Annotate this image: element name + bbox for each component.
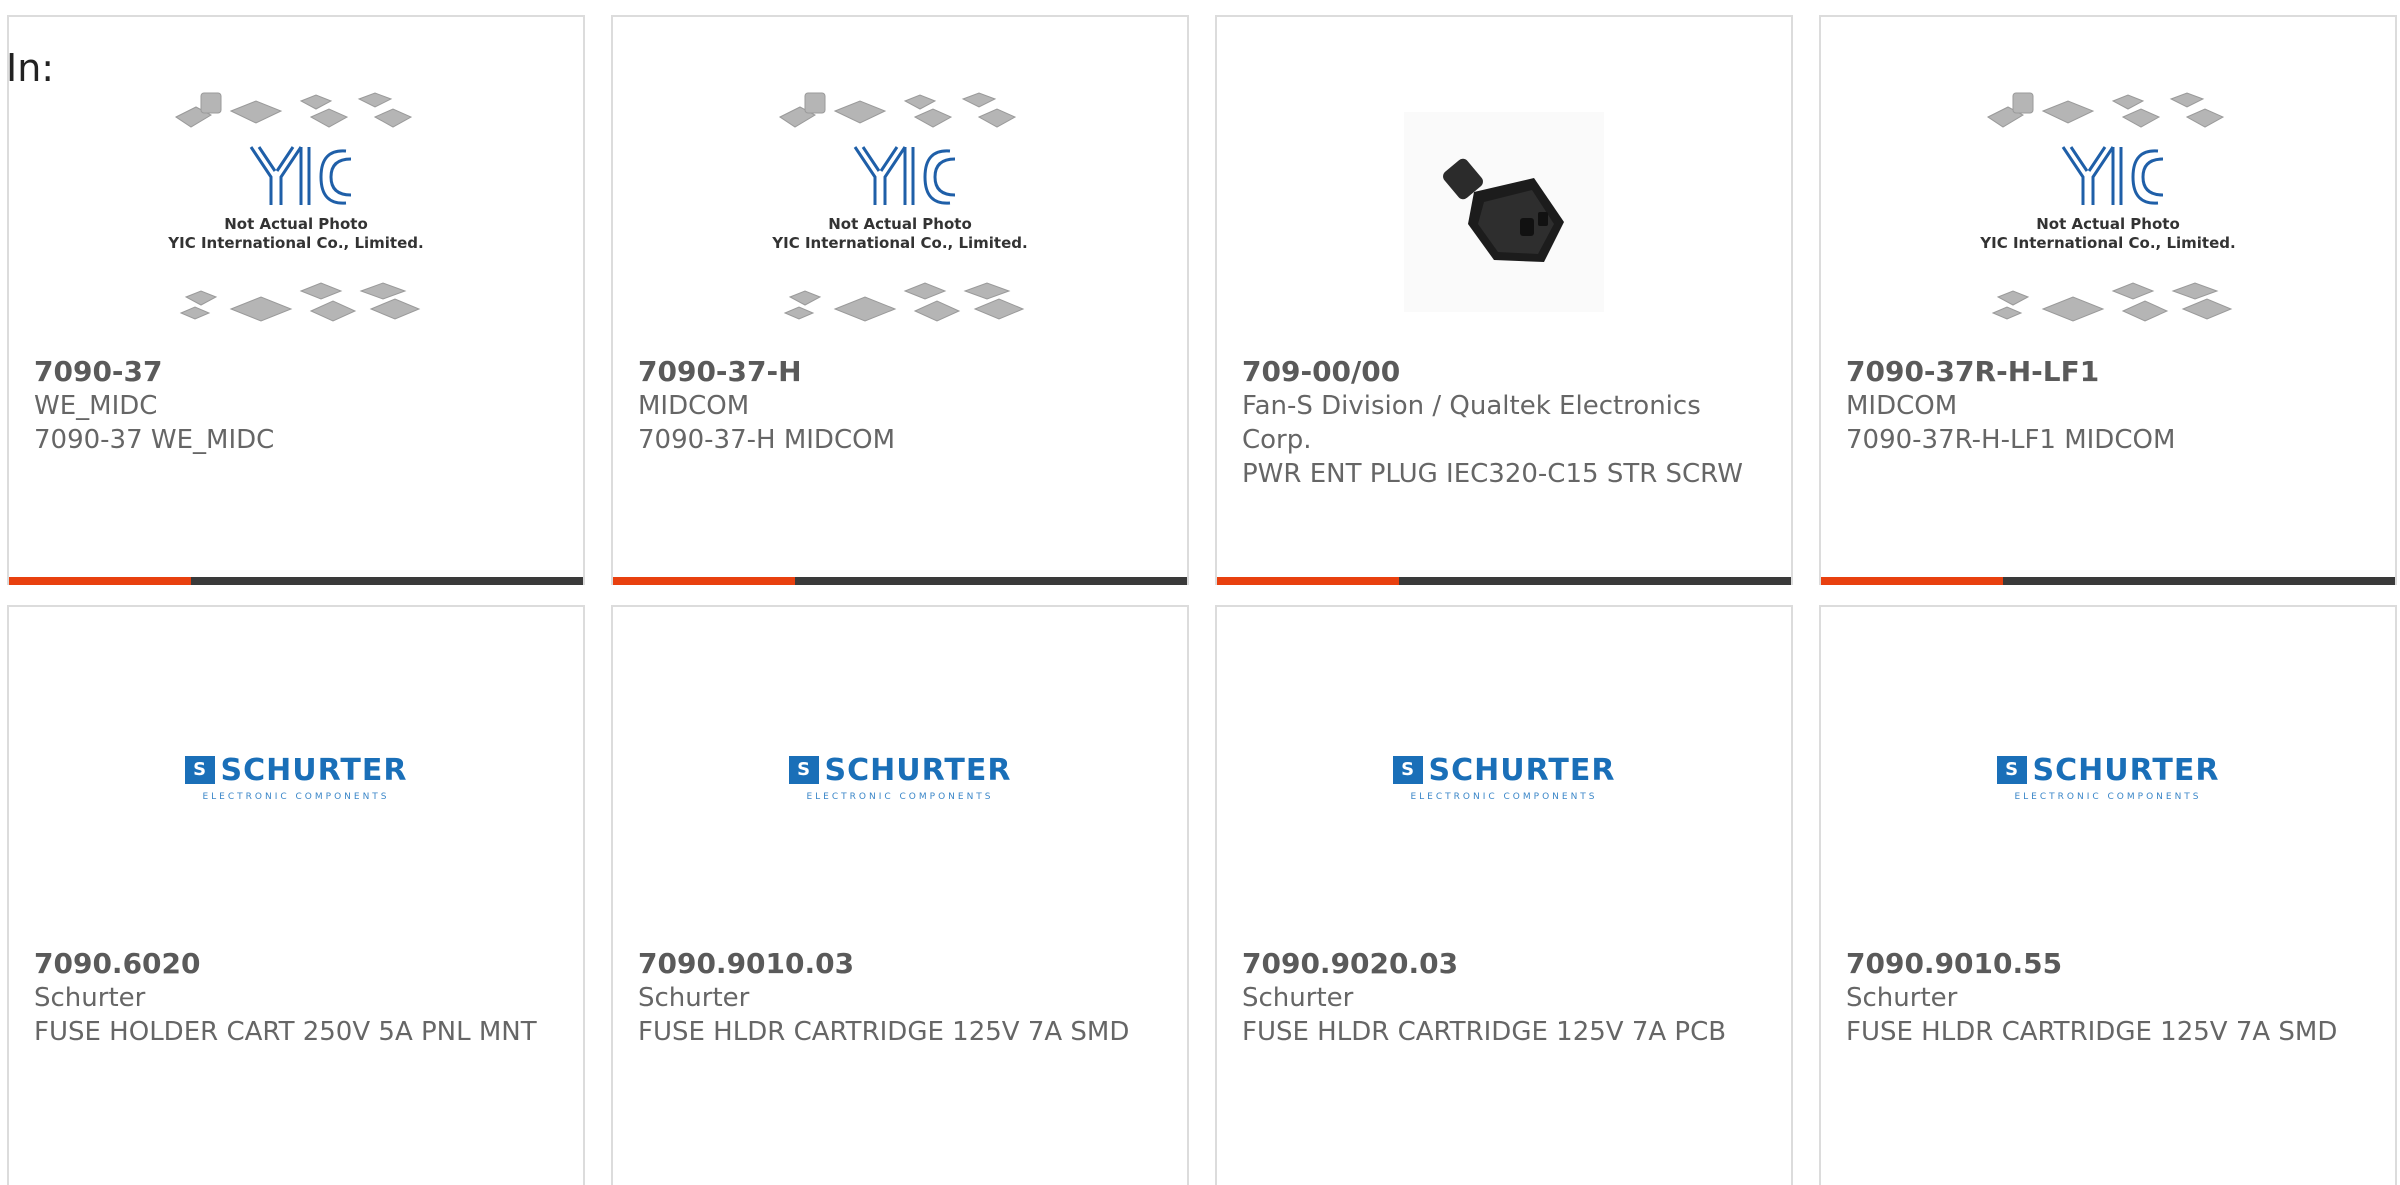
product-image — [1217, 57, 1791, 367]
schurter-logo: S SCHURTER ELECTRONIC COMPONENTS — [1392, 752, 1616, 802]
card-footer-accent — [1821, 577, 2003, 585]
schurter-logo-mark: S — [788, 756, 819, 784]
product-card[interactable]: S SCHURTER ELECTRONIC COMPONENTS 7090.90… — [1819, 605, 2397, 1185]
manufacturer: MIDCOM — [1846, 391, 1958, 421]
part-number[interactable]: 7090-37 — [34, 355, 543, 389]
part-number[interactable]: 709-00/00 — [1242, 355, 1751, 389]
product-image: S SCHURTER ELECTRONIC COMPONENTS — [613, 607, 1187, 947]
manufacturer: Schurter — [1846, 983, 1958, 1013]
product-info: 709-00/00 Fan-S Division / Qualtek Elect… — [1242, 355, 1751, 491]
yic-placeholder-image: Not Actual Photo YIC International Co., … — [161, 87, 431, 337]
product-image: Not Actual Photo YIC International Co., … — [613, 57, 1187, 367]
yic-placeholder-image: Not Actual Photo YIC International Co., … — [765, 87, 1035, 337]
product-info: 7090-37-H MIDCOM 7090-37-H MIDCOM — [638, 355, 1147, 457]
description: FUSE HLDR CARTRIDGE 125V 7A SMD — [638, 1017, 1130, 1047]
product-grid: Not Actual Photo YIC International Co., … — [0, 0, 2400, 1185]
description: FUSE HLDR CARTRIDGE 125V 7A PCB — [1242, 1017, 1727, 1047]
product-image: S SCHURTER ELECTRONIC COMPONENTS — [1821, 607, 2395, 947]
card-footer-bar — [613, 577, 1187, 585]
product-image: S SCHURTER ELECTRONIC COMPONENTS — [9, 607, 583, 947]
yic-placeholder-image: Not Actual Photo YIC International Co., … — [1973, 87, 2243, 337]
product-card[interactable]: S SCHURTER ELECTRONIC COMPONENTS 7090.90… — [611, 605, 1189, 1185]
power-plug-photo — [1404, 112, 1604, 312]
yic-caption-line2: YIC International Co., Limited. — [772, 234, 1028, 252]
part-number[interactable]: 7090.6020 — [34, 947, 543, 981]
schurter-logo-mark: S — [1996, 756, 2027, 784]
product-card[interactable]: 709-00/00 Fan-S Division / Qualtek Elect… — [1215, 15, 1793, 585]
manufacturer: Schurter — [1242, 983, 1354, 1013]
product-image: S SCHURTER ELECTRONIC COMPONENTS — [1217, 607, 1791, 947]
product-image: Not Actual Photo YIC International Co., … — [9, 57, 583, 367]
schurter-logo-tagline: ELECTRONIC COMPONENTS — [202, 791, 390, 802]
part-number[interactable]: 7090.9020.03 — [1242, 947, 1751, 981]
yic-caption-line1: Not Actual Photo — [828, 215, 972, 233]
yic-caption-line2: YIC International Co., Limited. — [1980, 234, 2236, 252]
manufacturer: Schurter — [638, 983, 750, 1013]
manufacturer: Schurter — [34, 983, 146, 1013]
schurter-logo-word: SCHURTER — [1428, 752, 1616, 788]
manufacturer: WE_MIDC — [34, 391, 158, 421]
part-number[interactable]: 7090-37R-H-LF1 — [1846, 355, 2355, 389]
description: FUSE HOLDER CART 250V 5A PNL MNT — [34, 1017, 537, 1047]
description: PWR ENT PLUG IEC320-C15 STR SCRW — [1242, 459, 1743, 489]
product-card[interactable]: Not Actual Photo YIC International Co., … — [7, 15, 585, 585]
description: 7090-37 WE_MIDC — [34, 425, 275, 455]
product-image: Not Actual Photo YIC International Co., … — [1821, 57, 2395, 367]
schurter-logo-tagline: ELECTRONIC COMPONENTS — [2014, 791, 2202, 802]
product-info: 7090.9010.03 Schurter FUSE HLDR CARTRIDG… — [638, 947, 1147, 1049]
product-info: 7090-37 WE_MIDC 7090-37 WE_MIDC — [34, 355, 543, 457]
description: 7090-37R-H-LF1 MIDCOM — [1846, 425, 2176, 455]
schurter-logo-tagline: ELECTRONIC COMPONENTS — [1410, 791, 1598, 802]
yic-caption-line1: Not Actual Photo — [224, 215, 368, 233]
card-footer-accent — [613, 577, 795, 585]
card-footer-accent — [9, 577, 191, 585]
schurter-logo-tagline: ELECTRONIC COMPONENTS — [806, 791, 994, 802]
product-card[interactable]: Not Actual Photo YIC International Co., … — [611, 15, 1189, 585]
description: 7090-37-H MIDCOM — [638, 425, 896, 455]
product-card[interactable]: S SCHURTER ELECTRONIC COMPONENTS 7090.90… — [1215, 605, 1793, 1185]
in-label: In: — [6, 46, 55, 90]
schurter-logo: S SCHURTER ELECTRONIC COMPONENTS — [788, 752, 1012, 802]
product-info: 7090.9020.03 Schurter FUSE HLDR CARTRIDG… — [1242, 947, 1751, 1049]
product-info: 7090.9010.55 Schurter FUSE HLDR CARTRIDG… — [1846, 947, 2355, 1049]
schurter-logo-mark: S — [1392, 756, 1423, 784]
card-footer-accent — [1217, 577, 1399, 585]
product-card[interactable]: S SCHURTER ELECTRONIC COMPONENTS 7090.60… — [7, 605, 585, 1185]
part-number[interactable]: 7090.9010.03 — [638, 947, 1147, 981]
product-card[interactable]: Not Actual Photo YIC International Co., … — [1819, 15, 2397, 585]
card-footer-bar — [1821, 577, 2395, 585]
yic-caption-line2: YIC International Co., Limited. — [168, 234, 424, 252]
card-footer-bar — [1217, 577, 1791, 585]
part-number[interactable]: 7090-37-H — [638, 355, 1147, 389]
schurter-logo: S SCHURTER ELECTRONIC COMPONENTS — [1996, 752, 2220, 802]
schurter-logo-mark: S — [184, 756, 215, 784]
product-info: 7090-37R-H-LF1 MIDCOM 7090-37R-H-LF1 MID… — [1846, 355, 2355, 457]
schurter-logo-word: SCHURTER — [2032, 752, 2220, 788]
schurter-logo-word: SCHURTER — [220, 752, 408, 788]
part-number[interactable]: 7090.9010.55 — [1846, 947, 2355, 981]
description: FUSE HLDR CARTRIDGE 125V 7A SMD — [1846, 1017, 2338, 1047]
schurter-logo: S SCHURTER ELECTRONIC COMPONENTS — [184, 752, 408, 802]
schurter-logo-word: SCHURTER — [824, 752, 1012, 788]
yic-caption-line1: Not Actual Photo — [2036, 215, 2180, 233]
manufacturer: Fan-S Division / Qualtek Electronics Cor… — [1242, 391, 1701, 455]
product-info: 7090.6020 Schurter FUSE HOLDER CART 250V… — [34, 947, 543, 1049]
manufacturer: MIDCOM — [638, 391, 750, 421]
card-footer-bar — [9, 577, 583, 585]
